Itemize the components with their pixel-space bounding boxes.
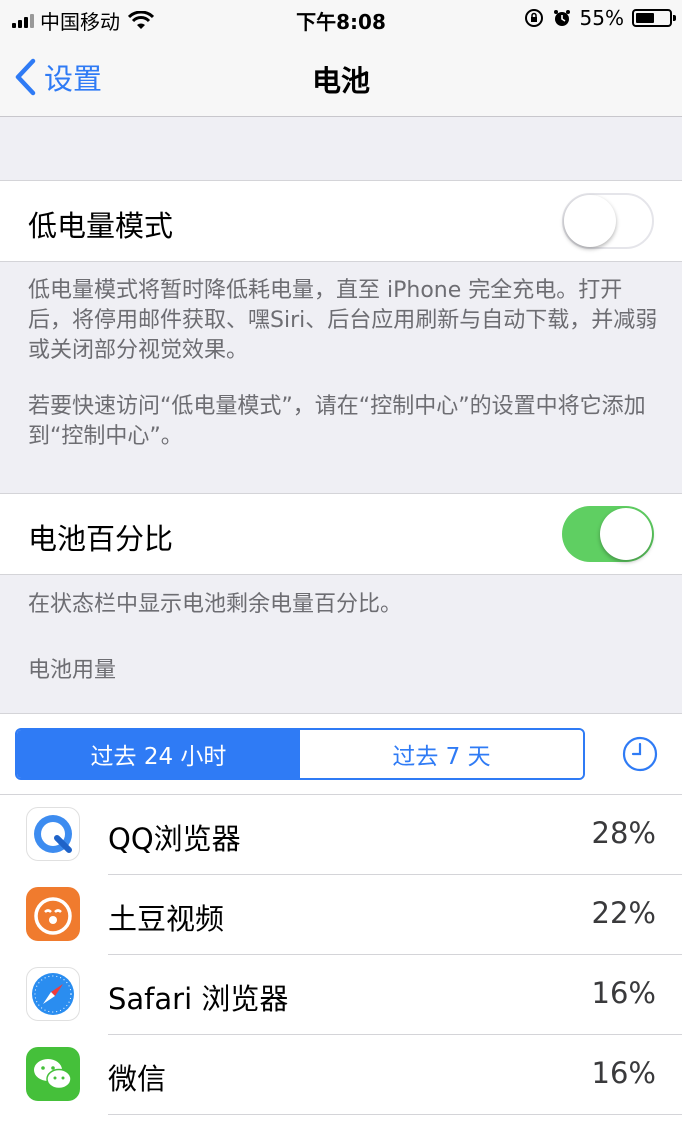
battery-icon <box>632 9 676 27</box>
page-title: 电池 <box>311 64 370 98</box>
alarm-icon <box>553 10 570 26</box>
battery-percentage-text: 55% <box>579 6 624 30</box>
time-range-segmented-control: 过去 24 小时 过去 7 天 <box>15 728 585 780</box>
tudou-video-icon <box>26 887 80 941</box>
wechat-icon <box>26 1047 80 1101</box>
low-power-mode-description: 低电量模式将暂时降低耗电量，直至 iPhone 完全充电。打开后，将停用邮件获取… <box>28 278 658 363</box>
app-usage-row[interactable]: QQ浏览器 28% <box>0 794 682 874</box>
segment-last-24-hours[interactable]: 过去 24 小时 <box>17 730 300 778</box>
app-usage-percent: 22% <box>591 896 656 930</box>
low-power-mode-tip: 若要快速访问“低电量模式”，请在“控制中心”的设置中将它添加到“控制中心”。 <box>28 394 646 449</box>
row-separator <box>108 954 682 955</box>
row-separator <box>108 874 682 875</box>
toggle-knob <box>564 195 616 247</box>
app-usage-row[interactable]: 土豆视频 22% <box>0 874 682 954</box>
battery-usage-panel: 过去 24 小时 过去 7 天 QQ浏览器 28% 土豆视频 22% Safar… <box>0 713 682 1128</box>
app-usage-percent: 28% <box>591 816 656 850</box>
safari-icon <box>26 967 80 1021</box>
navigation-bar: 设置 电池 <box>0 38 682 117</box>
low-power-mode-toggle[interactable] <box>562 193 654 249</box>
app-name: 微信 <box>108 1062 167 1096</box>
list-end <box>0 1114 682 1128</box>
battery-percentage-description: 在状态栏中显示电池剩余电量百分比。 <box>28 592 403 617</box>
qq-browser-icon <box>26 807 80 861</box>
low-power-mode-label: 低电量模式 <box>28 209 174 243</box>
battery-percentage-label: 电池百分比 <box>28 522 174 556</box>
battery-percentage-cell: 电池百分比 <box>0 493 682 575</box>
rotation-lock-icon <box>524 9 543 27</box>
row-separator <box>108 1114 682 1115</box>
row-separator <box>108 1034 682 1035</box>
app-name: 土豆视频 <box>108 902 225 936</box>
battery-fill <box>636 13 654 23</box>
row-separator <box>0 794 682 795</box>
app-name: Safari 浏览器 <box>108 982 289 1016</box>
segment-last-7-days[interactable]: 过去 7 天 <box>300 730 583 778</box>
app-usage-percent: 16% <box>591 976 656 1010</box>
app-usage-row[interactable]: 微信 16% <box>0 1034 682 1114</box>
toggle-knob <box>600 508 652 560</box>
app-usage-row[interactable]: Safari 浏览器 16% <box>0 954 682 1034</box>
app-name: QQ浏览器 <box>108 822 241 856</box>
status-bar: 中国移动 下午8:08 55% <box>0 0 682 38</box>
battery-usage-header: 电池用量 <box>28 658 117 683</box>
clock-icon[interactable] <box>622 736 658 772</box>
low-power-mode-cell: 低电量模式 <box>0 180 682 262</box>
app-usage-percent: 16% <box>591 1056 656 1090</box>
battery-percentage-toggle[interactable] <box>562 506 654 562</box>
